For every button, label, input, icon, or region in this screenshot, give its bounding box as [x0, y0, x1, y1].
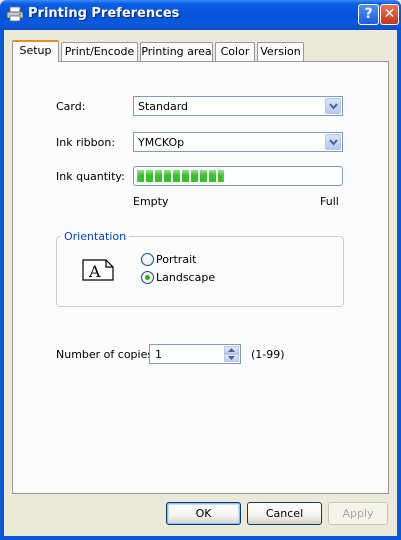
ink-quantity-fill — [137, 170, 224, 182]
tab-color[interactable]: Color — [215, 42, 255, 61]
ok-button[interactable]: OK — [166, 502, 241, 525]
copies-input[interactable]: 1 — [149, 344, 241, 364]
copies-value: 1 — [155, 348, 162, 361]
spin-down-icon[interactable] — [224, 354, 239, 362]
spin-up-icon[interactable] — [224, 346, 239, 354]
orientation-icon-letter: A — [88, 262, 101, 281]
setup-panel: Card: Standard Ink ribbon: YMCKOp Ink qu… — [12, 61, 389, 494]
tab-printing-area[interactable]: Printing area — [140, 42, 213, 61]
help-button[interactable]: ? — [358, 4, 379, 25]
ink-full-label: Full — [320, 195, 339, 208]
tab-version[interactable]: Version — [257, 42, 304, 61]
printing-preferences-window: Printing Preferences ? ✕ Setup Print/Enc… — [0, 0, 401, 540]
portrait-radio[interactable] — [141, 253, 154, 266]
apply-button[interactable]: Apply — [328, 502, 388, 525]
orientation-group: Orientation A Portrait Landscape — [56, 230, 344, 307]
card-label: Card: — [56, 100, 86, 113]
ink-empty-label: Empty — [133, 195, 169, 208]
landscape-page-icon: A — [82, 259, 114, 284]
orientation-legend: Orientation — [61, 230, 130, 243]
card-value: Standard — [138, 100, 189, 113]
chevron-down-icon[interactable] — [325, 98, 341, 114]
cancel-button[interactable]: Cancel — [247, 502, 322, 525]
portrait-label[interactable]: Portrait — [156, 253, 196, 266]
tab-setup[interactable]: Setup — [12, 40, 59, 62]
tab-print-encode[interactable]: Print/Encode — [61, 42, 138, 61]
landscape-radio[interactable] — [141, 271, 154, 284]
ink-quantity-label: Ink quantity: — [56, 170, 125, 183]
ink-ribbon-value: YMCKOp — [138, 136, 185, 149]
close-button[interactable]: ✕ — [380, 4, 399, 25]
chevron-down-icon[interactable] — [325, 134, 341, 150]
copies-range: (1-99) — [251, 348, 285, 361]
landscape-label[interactable]: Landscape — [156, 271, 215, 284]
printer-icon — [6, 6, 24, 22]
window-title: Printing Preferences — [28, 6, 180, 21]
card-select[interactable]: Standard — [133, 96, 343, 116]
ink-quantity-bar — [133, 166, 343, 186]
title-bar[interactable]: Printing Preferences ? ✕ — [0, 0, 401, 30]
ink-ribbon-label: Ink ribbon: — [56, 136, 116, 149]
ink-ribbon-select[interactable]: YMCKOp — [133, 132, 343, 152]
copies-label: Number of copies: — [56, 348, 157, 361]
